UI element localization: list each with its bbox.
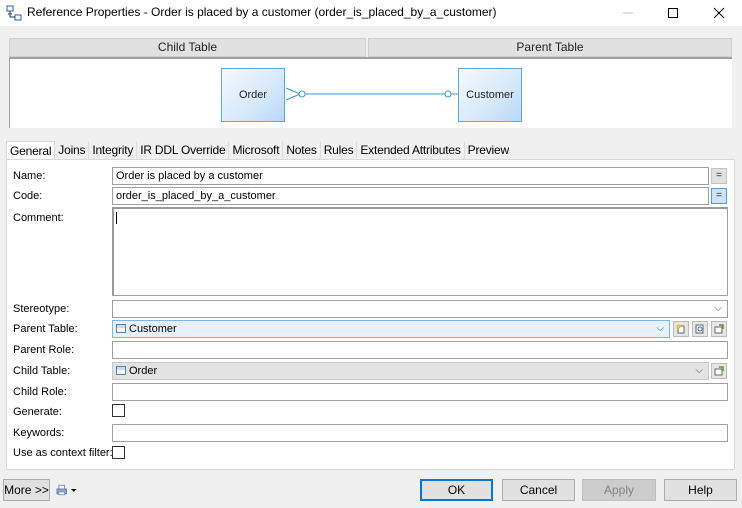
new-object-icon <box>676 324 685 334</box>
name-code-sync-button[interactable]: = <box>711 168 727 184</box>
child-entity-order[interactable]: Order <box>221 68 285 122</box>
text-caret <box>116 212 117 224</box>
tab-ir-ddl-override[interactable]: IR DDL Override <box>137 141 230 160</box>
tab-extended-attributes[interactable]: Extended Attributes <box>357 141 465 160</box>
code-input[interactable]: order_is_placed_by_a_customer <box>112 187 709 205</box>
chevron-down-icon[interactable]: ⌵ <box>695 363 703 379</box>
table-icon <box>116 324 126 333</box>
window-title: Reference Properties - Order is placed b… <box>27 5 497 19</box>
child-cardinality-circle <box>298 90 306 98</box>
title-bar: Reference Properties - Order is placed b… <box>0 0 742 26</box>
print-menu-button[interactable] <box>56 483 78 497</box>
reference-icon <box>6 5 22 21</box>
name-label: Name: <box>13 170 46 182</box>
parent-table-label: Parent Table: <box>13 323 78 335</box>
child-table-value: Order <box>129 365 158 377</box>
comment-label: Comment: <box>13 212 64 224</box>
apply-button[interactable]: Apply <box>582 479 656 501</box>
child-role-input[interactable] <box>112 383 728 401</box>
keywords-label: Keywords: <box>13 427 65 439</box>
generate-label: Generate: <box>13 406 62 418</box>
chevron-down-icon[interactable]: ⌵ <box>656 321 664 337</box>
table-icon <box>116 366 126 375</box>
tab-preview[interactable]: Preview <box>465 141 512 160</box>
minimize-button[interactable] <box>605 0 651 26</box>
tab-joins[interactable]: Joins <box>55 141 90 160</box>
tab-microsoft[interactable]: Microsoft <box>229 141 284 160</box>
code-sync-toggle[interactable]: = <box>711 188 727 204</box>
more-button[interactable]: More >> <box>3 479 50 501</box>
create-parent-table-button[interactable] <box>673 321 689 337</box>
cancel-button[interactable]: Cancel <box>502 479 575 501</box>
comment-textarea[interactable] <box>112 207 728 296</box>
printer-icon <box>56 484 67 496</box>
parent-role-label: Parent Role: <box>13 344 75 356</box>
parent-table-combobox[interactable]: Customer ⌵ <box>112 320 670 338</box>
stereotype-combobox[interactable]: ⌵ <box>112 300 728 318</box>
child-table-properties-button[interactable] <box>711 363 727 379</box>
child-table-label: Child Table: <box>13 365 71 377</box>
minimize-icon <box>623 12 633 14</box>
reference-diagram: Order Customer <box>9 57 732 128</box>
keywords-input[interactable] <box>112 424 728 442</box>
tab-general[interactable]: General <box>6 141 56 161</box>
close-icon <box>713 7 725 19</box>
chevron-down-icon[interactable]: ⌵ <box>714 301 722 317</box>
generate-checkbox[interactable] <box>112 404 125 417</box>
tab-integrity[interactable]: Integrity <box>89 141 138 160</box>
help-button[interactable]: Help <box>664 479 737 501</box>
crowfoot-symbol <box>285 87 302 101</box>
close-button[interactable] <box>696 0 742 26</box>
properties-icon <box>714 366 724 376</box>
parent-cardinality-circle <box>444 90 452 98</box>
maximize-button[interactable] <box>650 0 696 26</box>
select-parent-table-button[interactable] <box>692 321 708 337</box>
ok-button[interactable]: OK <box>420 479 493 501</box>
context-filter-label: Use as context filter: <box>13 447 113 459</box>
parent-role-input[interactable] <box>112 341 728 359</box>
reference-link <box>285 87 458 101</box>
name-input[interactable]: Order is placed by a customer <box>112 167 709 185</box>
child-role-label: Child Role: <box>13 386 67 398</box>
code-label: Code: <box>13 190 43 202</box>
tab-rules[interactable]: Rules <box>321 141 358 160</box>
tab-notes[interactable]: Notes <box>283 141 321 160</box>
stereotype-label: Stereotype: <box>13 303 70 315</box>
maximize-icon <box>668 8 678 18</box>
child-table-header: Child Table <box>9 38 366 57</box>
child-table-combobox[interactable]: Order ⌵ <box>112 362 709 380</box>
tab-strip: General Joins Integrity IR DDL Override … <box>6 141 512 161</box>
browse-object-icon <box>695 324 704 334</box>
dropdown-arrow-icon <box>71 489 78 492</box>
context-filter-checkbox[interactable] <box>112 446 125 459</box>
parent-entity-customer[interactable]: Customer <box>458 68 522 122</box>
parent-table-header: Parent Table <box>368 38 732 57</box>
properties-icon <box>714 324 724 334</box>
parent-table-value: Customer <box>129 323 177 335</box>
parent-table-properties-button[interactable] <box>711 321 727 337</box>
